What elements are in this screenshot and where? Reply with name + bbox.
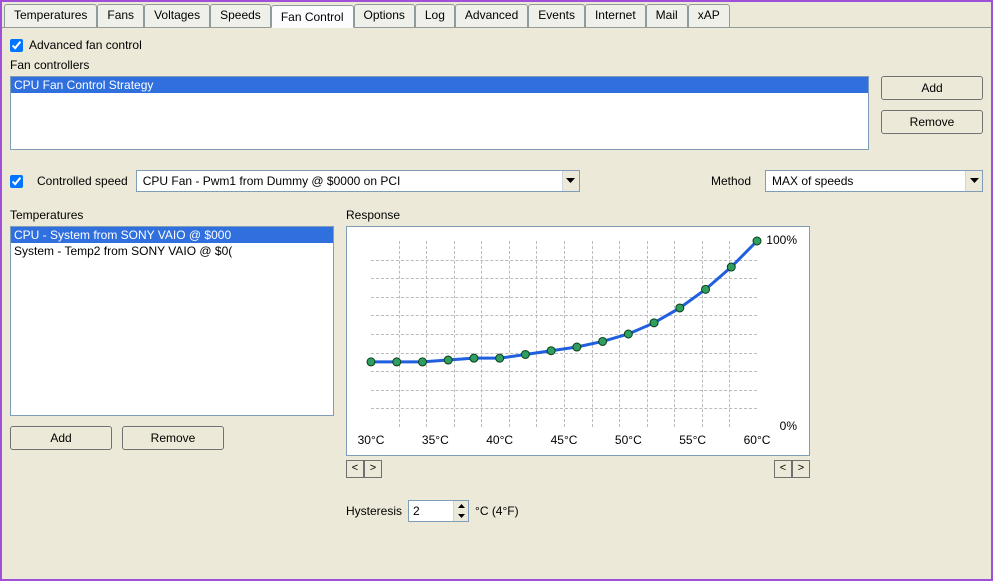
x-range-plus-high-button[interactable]: >: [792, 460, 810, 478]
tab-voltages[interactable]: Voltages: [144, 4, 210, 27]
controlled-speed-checkbox[interactable]: [10, 175, 23, 188]
list-item[interactable]: CPU - System from SONY VAIO @ $000: [11, 227, 333, 243]
tabs-bar: TemperaturesFansVoltagesSpeedsFan Contro…: [2, 2, 991, 28]
chevron-down-icon[interactable]: [562, 171, 579, 191]
hysteresis-stepper[interactable]: [408, 500, 469, 522]
hysteresis-input[interactable]: [409, 501, 453, 521]
temperatures-add-button[interactable]: Add: [10, 426, 112, 450]
chart-x-tick: 35°C: [422, 433, 449, 447]
list-item[interactable]: System - Temp2 from SONY VAIO @ $0(: [11, 243, 333, 259]
panel-fan-control: Advanced fan control Fan controllers CPU…: [2, 28, 991, 532]
tab-events[interactable]: Events: [528, 4, 585, 27]
spinner-up-icon[interactable]: [454, 501, 468, 511]
chart-x-tick: 30°C: [358, 433, 385, 447]
tab-speeds[interactable]: Speeds: [210, 4, 271, 27]
chart-x-tick: 40°C: [486, 433, 513, 447]
x-range-minus-high-button[interactable]: <: [774, 460, 792, 478]
advanced-fan-control-label: Advanced fan control: [29, 38, 142, 52]
temperatures-list[interactable]: CPU - System from SONY VAIO @ $000System…: [10, 226, 334, 416]
list-item[interactable]: CPU Fan Control Strategy: [11, 77, 868, 93]
tab-temperatures[interactable]: Temperatures: [4, 4, 97, 27]
chevron-down-icon[interactable]: [965, 171, 982, 191]
tab-xap[interactable]: xAP: [688, 4, 730, 27]
tab-options[interactable]: Options: [354, 4, 415, 27]
tab-fans[interactable]: Fans: [97, 4, 144, 27]
fan-controllers-list[interactable]: CPU Fan Control Strategy: [10, 76, 869, 150]
chart-x-tick: 45°C: [551, 433, 578, 447]
tab-mail[interactable]: Mail: [646, 4, 688, 27]
fan-controllers-add-button[interactable]: Add: [881, 76, 983, 100]
temperatures-label: Temperatures: [10, 208, 334, 222]
hysteresis-suffix: °C (4°F): [475, 504, 519, 518]
chart-x-tick: 55°C: [679, 433, 706, 447]
controlled-speed-label: Controlled speed: [37, 174, 128, 188]
chart-x-tick: 50°C: [615, 433, 642, 447]
x-range-plus-low-button[interactable]: >: [364, 460, 382, 478]
chart-x-tick: 60°C: [744, 433, 771, 447]
tab-internet[interactable]: Internet: [585, 4, 646, 27]
response-label: Response: [346, 208, 983, 222]
x-range-minus-low-button[interactable]: <: [346, 460, 364, 478]
advanced-fan-control-checkbox[interactable]: [10, 39, 23, 52]
tab-log[interactable]: Log: [415, 4, 455, 27]
tab-fan-control[interactable]: Fan Control: [271, 5, 354, 28]
fan-controllers-remove-button[interactable]: Remove: [881, 110, 983, 134]
hysteresis-label: Hysteresis: [346, 504, 402, 518]
method-value: MAX of speeds: [766, 174, 965, 188]
controlled-speed-select[interactable]: CPU Fan - Pwm1 from Dummy @ $0000 on PCI: [136, 170, 580, 192]
response-chart[interactable]: 30°C 35°C 40°C 45°C 50°C 55°C 60°C 100% 0%: [346, 226, 810, 456]
fan-controllers-label: Fan controllers: [10, 58, 983, 72]
chart-y-tick: 0%: [780, 419, 797, 433]
method-select[interactable]: MAX of speeds: [765, 170, 983, 192]
chart-y-tick: 100%: [766, 233, 797, 247]
method-label: Method: [711, 174, 751, 188]
spinner-down-icon[interactable]: [454, 511, 468, 521]
advanced-fan-control-row: Advanced fan control: [10, 38, 983, 52]
controlled-speed-value: CPU Fan - Pwm1 from Dummy @ $0000 on PCI: [137, 174, 562, 188]
temperatures-remove-button[interactable]: Remove: [122, 426, 224, 450]
tab-advanced[interactable]: Advanced: [455, 4, 528, 27]
